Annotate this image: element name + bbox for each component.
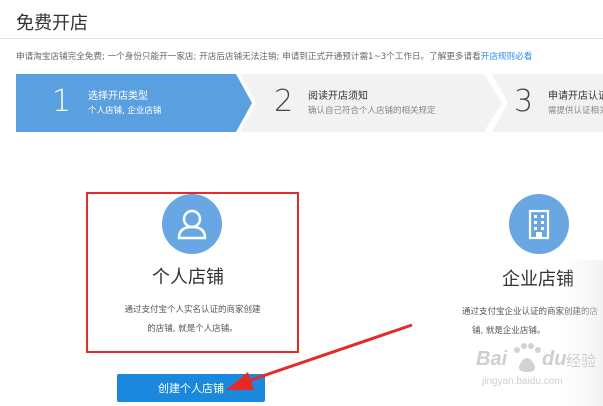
step-3-title: 申请开店认证 xyxy=(548,91,603,102)
step-1: 1 选择开店类型 个人店铺, 企业店铺 xyxy=(16,74,252,132)
step-1-number: 1 xyxy=(52,84,72,119)
step-2: 2 阅读开店须知 确认自己符合个人店铺的相关规定 xyxy=(240,74,502,132)
step-1-subtitle: 个人店铺, 企业店铺 xyxy=(88,106,162,116)
watermark-url: jingyan.baidu.com xyxy=(482,376,563,387)
notice-text: 申请淘宝店铺完全免费; 一个身份只能开一家店; 开店后店铺无法注销; 申请到正式… xyxy=(16,50,532,62)
baidu-watermark: Bai du 经验 jingyan.baidu.com xyxy=(462,328,597,398)
building-icon xyxy=(509,194,569,254)
notice-body: 申请淘宝店铺完全免费; 一个身份只能开一家店; 开店后店铺无法注销; 申请到正式… xyxy=(16,52,481,62)
step-3: 3 申请开店认证 需提供认证相关资料 xyxy=(492,74,603,132)
page-title: 免费开店 xyxy=(16,13,88,34)
watermark-label: 经验 xyxy=(566,352,597,370)
shop-rules-link[interactable]: 开店规则必看 xyxy=(481,52,533,62)
step-1-title: 选择开店类型 xyxy=(88,91,148,102)
step-progress: 1 选择开店类型 个人店铺, 企业店铺 2 阅读开店须知 确认自己符合个人店铺的… xyxy=(16,74,603,132)
step-2-subtitle: 确认自己符合个人店铺的相关规定 xyxy=(308,106,436,116)
step-2-number: 2 xyxy=(274,84,294,119)
step-2-title: 阅读开店须知 xyxy=(308,91,368,102)
create-personal-shop-button[interactable]: 创建个人店铺 xyxy=(117,374,265,402)
highlight-box xyxy=(86,192,299,353)
step-3-number: 3 xyxy=(514,84,534,119)
watermark-brand-suffix: du xyxy=(542,348,567,370)
watermark-brand: Bai xyxy=(476,348,508,370)
title-divider xyxy=(0,38,603,39)
step-3-subtitle: 需提供认证相关资料 xyxy=(548,106,603,116)
step-3-background xyxy=(492,74,603,132)
